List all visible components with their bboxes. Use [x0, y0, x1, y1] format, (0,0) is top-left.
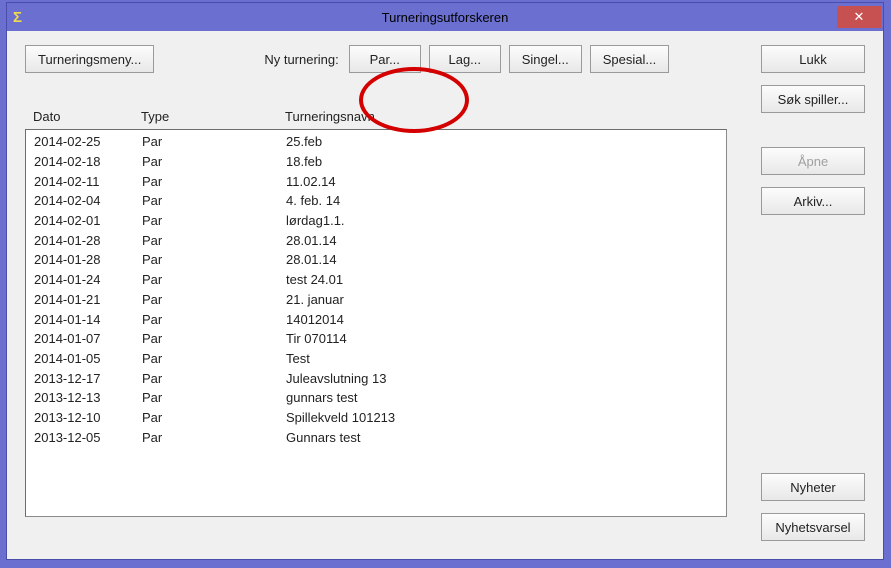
spesial-button[interactable]: Spesial... [590, 45, 669, 73]
cell-dato: 2014-01-28 [34, 252, 142, 267]
list-item[interactable]: 2013-12-05ParGunnars test [26, 427, 726, 447]
cell-type: Par [142, 272, 286, 287]
list-header: Dato Type Turneringsnavn [33, 109, 733, 124]
lag-button[interactable]: Lag... [429, 45, 501, 73]
cell-dato: 2014-02-01 [34, 213, 142, 228]
cell-navn: 28.01.14 [286, 233, 726, 248]
nyhetsvarsel-button[interactable]: Nyhetsvarsel [761, 513, 865, 541]
list-item[interactable]: 2014-02-04Par4. feb. 14 [26, 191, 726, 211]
cell-navn: Test [286, 351, 726, 366]
cell-navn: 14012014 [286, 312, 726, 327]
lukk-button[interactable]: Lukk [761, 45, 865, 73]
list-item[interactable]: 2014-02-18Par18.feb [26, 152, 726, 172]
side-bottom-column: Nyheter Nyhetsvarsel [761, 473, 865, 541]
header-dato: Dato [33, 109, 141, 124]
cell-navn: Tir 070114 [286, 331, 726, 346]
cell-type: Par [142, 213, 286, 228]
cell-dato: 2014-01-28 [34, 233, 142, 248]
header-type: Type [141, 109, 285, 124]
cell-dato: 2014-02-11 [34, 174, 142, 189]
apne-button[interactable]: Åpne [761, 147, 865, 175]
tournament-list[interactable]: 2014-02-25Par25.feb2014-02-18Par18.feb20… [25, 129, 727, 517]
cell-navn: 18.feb [286, 154, 726, 169]
cell-dato: 2013-12-17 [34, 371, 142, 386]
close-button[interactable]: ✕ [837, 6, 881, 28]
spacer [761, 125, 865, 135]
cell-type: Par [142, 292, 286, 307]
side-column: Lukk Søk spiller... Åpne Arkiv... [761, 45, 865, 215]
cell-navn: Juleavslutning 13 [286, 371, 726, 386]
cell-navn: Gunnars test [286, 430, 726, 445]
cell-type: Par [142, 410, 286, 425]
list-item[interactable]: 2013-12-13Pargunnars test [26, 388, 726, 408]
cell-dato: 2014-02-04 [34, 193, 142, 208]
app-icon: Σ [13, 9, 22, 26]
list-item[interactable]: 2014-01-24Partest 24.01 [26, 270, 726, 290]
cell-navn: 11.02.14 [286, 174, 726, 189]
cell-navn: lørdag1.1. [286, 213, 726, 228]
close-icon: ✕ [854, 9, 865, 25]
cell-dato: 2013-12-10 [34, 410, 142, 425]
cell-type: Par [142, 174, 286, 189]
cell-dato: 2014-01-14 [34, 312, 142, 327]
cell-dato: 2014-01-05 [34, 351, 142, 366]
cell-dato: 2014-01-24 [34, 272, 142, 287]
arkiv-button[interactable]: Arkiv... [761, 187, 865, 215]
cell-navn: gunnars test [286, 390, 726, 405]
list-item[interactable]: 2013-12-17ParJuleavslutning 13 [26, 368, 726, 388]
list-item[interactable]: 2014-01-05ParTest [26, 349, 726, 369]
window-title: Turneringsutforskeren [7, 10, 883, 25]
top-toolbar: Turneringsmeny... Ny turnering: Par... L… [25, 45, 865, 73]
cell-dato: 2013-12-05 [34, 430, 142, 445]
cell-navn: 21. januar [286, 292, 726, 307]
cell-dato: 2014-02-18 [34, 154, 142, 169]
turneringsmeny-button[interactable]: Turneringsmeny... [25, 45, 154, 73]
cell-type: Par [142, 233, 286, 248]
singel-button[interactable]: Singel... [509, 45, 582, 73]
client-area: Turneringsmeny... Ny turnering: Par... L… [7, 31, 883, 559]
list-item[interactable]: 2014-02-25Par25.feb [26, 132, 726, 152]
list-item[interactable]: 2014-02-01Parlørdag1.1. [26, 211, 726, 231]
cell-navn: 28.01.14 [286, 252, 726, 267]
app-window: Σ Turneringsutforskeren ✕ Turneringsmeny… [6, 2, 884, 560]
list-item[interactable]: 2014-01-14Par14012014 [26, 309, 726, 329]
cell-type: Par [142, 252, 286, 267]
cell-type: Par [142, 430, 286, 445]
list-item[interactable]: 2014-01-28Par28.01.14 [26, 250, 726, 270]
list-item[interactable]: 2014-01-21Par21. januar [26, 290, 726, 310]
cell-type: Par [142, 154, 286, 169]
cell-type: Par [142, 351, 286, 366]
cell-dato: 2014-01-21 [34, 292, 142, 307]
cell-dato: 2014-01-07 [34, 331, 142, 346]
cell-dato: 2013-12-13 [34, 390, 142, 405]
par-button[interactable]: Par... [349, 45, 421, 73]
list-item[interactable]: 2014-01-07ParTir 070114 [26, 329, 726, 349]
cell-type: Par [142, 134, 286, 149]
cell-type: Par [142, 331, 286, 346]
cell-type: Par [142, 371, 286, 386]
cell-navn: Spillekveld 101213 [286, 410, 726, 425]
list-item[interactable]: 2014-02-11Par11.02.14 [26, 171, 726, 191]
cell-type: Par [142, 390, 286, 405]
cell-type: Par [142, 312, 286, 327]
titlebar: Σ Turneringsutforskeren ✕ [7, 3, 883, 31]
cell-navn: 4. feb. 14 [286, 193, 726, 208]
cell-type: Par [142, 193, 286, 208]
nyheter-button[interactable]: Nyheter [761, 473, 865, 501]
list-item[interactable]: 2014-01-28Par28.01.14 [26, 230, 726, 250]
cell-navn: 25.feb [286, 134, 726, 149]
header-navn: Turneringsnavn [285, 109, 733, 124]
sok-spiller-button[interactable]: Søk spiller... [761, 85, 865, 113]
new-tournament-label: Ny turnering: [264, 52, 338, 67]
cell-navn: test 24.01 [286, 272, 726, 287]
list-item[interactable]: 2013-12-10ParSpillekveld 101213 [26, 408, 726, 428]
cell-dato: 2014-02-25 [34, 134, 142, 149]
